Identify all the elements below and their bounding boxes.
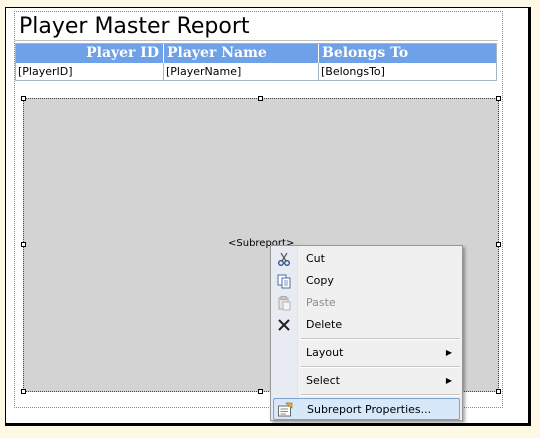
context-menu: Cut Copy Paste Delete Layout ▶ Select ▶ … bbox=[270, 245, 463, 421]
resize-handle-left[interactable] bbox=[21, 242, 26, 247]
resize-handle-bottom[interactable] bbox=[258, 389, 263, 394]
resize-handle-top-left[interactable] bbox=[21, 96, 26, 101]
menu-separator bbox=[301, 394, 460, 396]
title-underline bbox=[15, 40, 498, 41]
menu-item-paste[interactable]: Paste bbox=[273, 292, 460, 314]
menu-item-layout-label: Layout bbox=[306, 346, 344, 359]
menu-item-delete-label: Delete bbox=[306, 318, 343, 331]
column-header-player-id[interactable]: Player ID bbox=[16, 44, 164, 63]
menu-item-subreport-properties-label: Subreport Properties... bbox=[307, 403, 432, 416]
resize-handle-top-right[interactable] bbox=[496, 96, 501, 101]
submenu-arrow-icon: ▶ bbox=[445, 348, 452, 357]
delete-x-icon bbox=[278, 319, 290, 331]
menu-item-select[interactable]: Select ▶ bbox=[273, 370, 460, 392]
menu-item-layout[interactable]: Layout ▶ bbox=[273, 342, 460, 364]
menu-item-copy-label: Copy bbox=[306, 274, 334, 287]
cell-player-name-field[interactable]: [PlayerName] bbox=[164, 63, 319, 80]
resize-handle-top[interactable] bbox=[258, 96, 263, 101]
menu-item-delete[interactable]: Delete bbox=[273, 314, 460, 336]
resize-handle-bottom-right[interactable] bbox=[496, 389, 501, 394]
paste-icon bbox=[278, 296, 291, 311]
menu-item-copy[interactable]: Copy bbox=[273, 270, 460, 292]
scissors-icon bbox=[278, 252, 290, 266]
menu-item-select-label: Select bbox=[306, 374, 340, 387]
cell-belongs-to-field[interactable]: [BelongsTo] bbox=[319, 63, 498, 80]
column-header-player-name[interactable]: Player Name bbox=[164, 44, 319, 63]
player-table[interactable]: Player ID Player Name Belongs To [Player… bbox=[15, 43, 497, 81]
report-title-textbox[interactable]: Player Master Report bbox=[19, 14, 250, 39]
properties-icon bbox=[278, 402, 293, 417]
submenu-arrow-icon: ▶ bbox=[445, 376, 452, 385]
menu-item-cut[interactable]: Cut bbox=[273, 248, 460, 270]
menu-item-cut-label: Cut bbox=[306, 252, 325, 265]
copy-icon bbox=[277, 274, 291, 289]
menu-item-subreport-properties[interactable]: Subreport Properties... bbox=[273, 398, 460, 420]
cell-player-id-field[interactable]: [PlayerID] bbox=[16, 63, 164, 80]
menu-separator bbox=[301, 366, 460, 368]
menu-separator bbox=[301, 338, 460, 340]
column-header-belongs-to[interactable]: Belongs To bbox=[319, 44, 498, 63]
resize-handle-bottom-left[interactable] bbox=[21, 389, 26, 394]
menu-item-paste-label: Paste bbox=[306, 296, 336, 309]
resize-handle-right[interactable] bbox=[496, 242, 501, 247]
